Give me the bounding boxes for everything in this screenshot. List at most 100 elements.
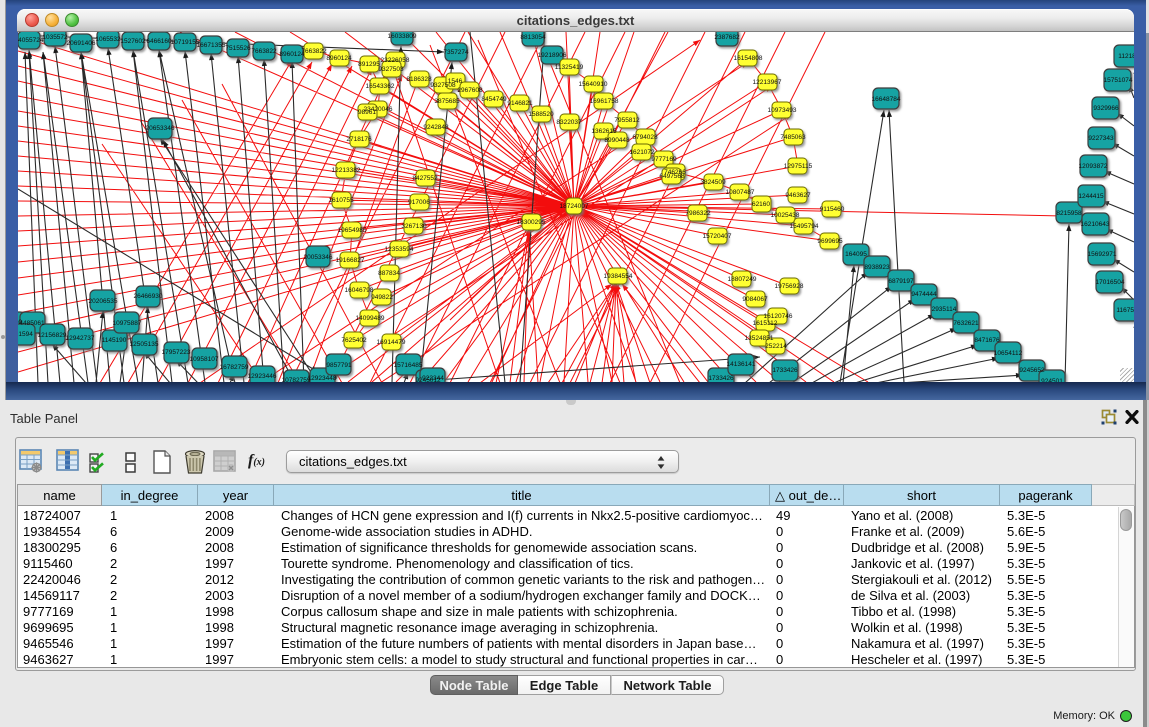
svg-text:891295: 891295 [358, 61, 380, 68]
svg-text:15720407: 15720407 [703, 233, 732, 240]
svg-text:18807249: 18807249 [728, 276, 757, 283]
svg-text:15692971: 15692971 [1088, 251, 1117, 258]
svg-text:18724007: 18724007 [560, 203, 589, 210]
svg-text:922344: 922344 [422, 375, 444, 382]
svg-text:1362615: 1362615 [591, 128, 617, 135]
svg-text:8813054: 8813054 [520, 34, 546, 41]
svg-text:7955812: 7955812 [614, 117, 640, 124]
svg-text:15640910: 15640910 [579, 81, 608, 88]
svg-text:1145190: 1145190 [102, 337, 127, 344]
svg-text:7515526: 7515526 [225, 45, 251, 52]
svg-text:62160: 62160 [752, 201, 770, 208]
svg-text:2935114: 2935114 [932, 306, 957, 313]
svg-text:2387682: 2387682 [714, 34, 740, 41]
svg-text:2967608: 2967608 [457, 87, 483, 94]
svg-text:15751074: 15751074 [1104, 77, 1133, 84]
svg-text:949822: 949822 [371, 294, 393, 301]
svg-text:252214: 252214 [765, 343, 787, 350]
svg-text:7663822: 7663822 [301, 48, 327, 55]
svg-text:17957223: 17957223 [162, 349, 191, 356]
svg-text:12923448: 12923448 [308, 375, 337, 382]
svg-text:10958107: 10958107 [190, 356, 219, 363]
svg-text:4485061: 4485061 [19, 320, 45, 327]
svg-text:887834: 887834 [378, 270, 400, 277]
svg-text:9777169: 9777169 [651, 156, 677, 163]
svg-text:9699695: 9699695 [817, 238, 843, 245]
svg-text:3875685: 3875685 [434, 98, 460, 105]
svg-text:23226058: 23226058 [381, 57, 410, 64]
svg-text:15716485: 15716485 [394, 362, 423, 369]
svg-text:16914479: 16914479 [377, 339, 406, 346]
svg-text:11325419: 11325419 [555, 64, 584, 71]
svg-text:1527602: 1527602 [120, 38, 146, 45]
svg-text:1610755: 1610755 [328, 197, 354, 204]
svg-text:26466930: 26466930 [134, 293, 163, 300]
svg-text:9327503: 9327503 [378, 66, 404, 73]
svg-text:13524851: 13524851 [745, 335, 774, 342]
svg-text:12213967: 12213967 [753, 79, 782, 86]
svg-text:1546: 1546 [448, 78, 463, 85]
svg-text:16671355: 16671355 [197, 42, 226, 49]
svg-text:11218: 11218 [1118, 53, 1134, 60]
svg-text:12942737: 12942737 [66, 335, 95, 342]
svg-text:6466160: 6466160 [146, 38, 172, 45]
svg-text:8938923: 8938923 [864, 264, 890, 271]
svg-text:8454749: 8454749 [481, 96, 507, 103]
svg-text:12156829: 12156829 [38, 332, 67, 339]
svg-text:917006: 917006 [408, 199, 430, 206]
svg-text:12353594: 12353594 [385, 246, 414, 253]
svg-text:16648784: 16648784 [872, 96, 901, 103]
svg-text:9115460: 9115460 [820, 206, 845, 213]
svg-text:12093872: 12093872 [1079, 163, 1108, 170]
svg-text:19218906: 19218906 [538, 52, 567, 59]
svg-text:8471676: 8471676 [974, 337, 1000, 344]
svg-text:8427552: 8427552 [412, 175, 438, 182]
svg-text:14055724: 14055724 [18, 37, 44, 44]
svg-text:19654985: 19654985 [338, 227, 367, 234]
svg-text:98961: 98961 [358, 109, 376, 116]
svg-text:14136141: 14136141 [727, 361, 756, 368]
svg-text:16033809: 16033809 [388, 33, 417, 40]
svg-text:17016504: 17016504 [1096, 279, 1125, 286]
svg-text:9245652: 9245652 [1019, 367, 1045, 374]
svg-text:15495794: 15495794 [790, 223, 819, 230]
svg-text:9329966: 9329966 [1093, 105, 1119, 112]
svg-text:7357274: 7357274 [443, 49, 469, 56]
svg-text:116753: 116753 [1116, 307, 1134, 314]
svg-text:8215958: 8215958 [1056, 210, 1082, 217]
svg-text:6794028: 6794028 [632, 134, 658, 141]
svg-text:1588520: 1588520 [528, 111, 554, 118]
svg-text:9474444: 9474444 [911, 291, 937, 298]
svg-text:16210643: 16210643 [1081, 221, 1110, 228]
svg-text:10807487: 10807487 [726, 189, 755, 196]
svg-text:164095: 164095 [845, 251, 867, 258]
svg-text:14099489: 14099489 [356, 315, 385, 322]
svg-text:7663822: 7663822 [251, 48, 277, 55]
svg-text:19756928: 19756928 [775, 283, 804, 290]
svg-text:16543362: 16543362 [366, 83, 395, 90]
svg-text:6497568: 6497568 [659, 173, 685, 180]
svg-text:391594: 391594 [18, 331, 33, 338]
svg-text:3267130: 3267130 [401, 223, 427, 230]
svg-text:10025438: 10025438 [771, 212, 800, 219]
svg-text:19384554: 19384554 [604, 273, 633, 280]
svg-text:9146821: 9146821 [507, 100, 533, 107]
svg-text:20691406: 20691406 [67, 40, 96, 47]
svg-text:9227343: 9227343 [1088, 135, 1114, 142]
svg-text:18300295: 18300295 [517, 219, 546, 226]
svg-text:9857791: 9857791 [326, 362, 352, 369]
svg-text:9463627: 9463627 [785, 192, 811, 199]
svg-text:10973493: 10973493 [768, 107, 797, 114]
svg-text:8322037: 8322037 [556, 119, 582, 126]
svg-text:7632621: 7632621 [953, 320, 979, 327]
svg-text:1035572: 1035572 [42, 34, 68, 41]
svg-text:1065532: 1065532 [95, 36, 121, 43]
svg-text:1621072: 1621072 [629, 149, 655, 156]
svg-text:16120746: 16120746 [764, 313, 793, 320]
svg-text:12975115: 12975115 [784, 163, 813, 170]
svg-text:3824509: 3824509 [700, 179, 726, 186]
svg-text:8990448: 8990448 [604, 137, 630, 144]
svg-text:8186328: 8186328 [406, 76, 432, 83]
svg-text:7986322: 7986322 [685, 210, 711, 217]
svg-text:2718176: 2718176 [346, 136, 372, 143]
